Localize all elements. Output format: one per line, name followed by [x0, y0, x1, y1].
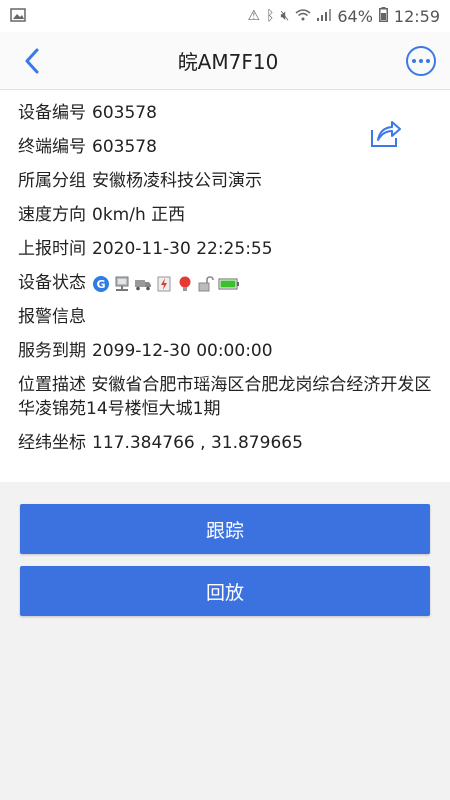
device-no-label: 设备编号 — [18, 103, 86, 123]
truck-icon — [134, 275, 152, 293]
network-icon — [113, 275, 131, 293]
service-label: 服务到期 — [18, 341, 86, 361]
app-header: 皖AM7F10 — [0, 32, 450, 90]
action-buttons: 跟踪 回放 — [0, 482, 450, 616]
warning-icon: ⚠ — [247, 8, 261, 24]
playback-button[interactable]: 回放 — [20, 566, 430, 616]
device-state-label: 设备状态 — [18, 273, 86, 293]
bulb-icon — [176, 275, 194, 293]
device-state-row: 设备状态 G — [18, 266, 432, 300]
group-value: 安徽杨凌科技公司演示 — [92, 171, 262, 191]
speed-label: 速度方向 — [18, 205, 86, 225]
service-row: 服务到期 2099-12-30 00:00:00 — [18, 334, 432, 368]
share-icon — [371, 121, 401, 147]
share-button[interactable] — [368, 116, 402, 150]
status-left — [10, 7, 26, 25]
status-right: ⚠ ᛒ 🔇︎ 64% 12:59 — [248, 7, 440, 26]
battery-status-icon — [378, 7, 388, 25]
chevron-left-icon — [25, 48, 39, 73]
report-time-value: 2020-11-30 22:25:55 — [92, 239, 273, 259]
location-label: 位置描述 — [18, 375, 86, 395]
coords-value: 117.384766 , 31.879665 — [92, 433, 303, 453]
coords-label: 经纬坐标 — [18, 433, 86, 453]
signal-icon — [317, 8, 332, 24]
speed-row: 速度方向 0km/h 正西 — [18, 198, 432, 232]
alarm-row: 报警信息 — [18, 300, 432, 334]
clock: 12:59 — [393, 6, 440, 26]
more-dot — [419, 58, 423, 63]
wifi-icon — [295, 8, 311, 24]
bluetooth-icon: ᛒ — [266, 8, 275, 24]
report-time-row: 上报时间 2020-11-30 22:25:55 — [18, 232, 432, 266]
device-info-card: 设备编号 603578 终端编号 603578 所属分组 安徽杨凌科技公司演示 … — [0, 90, 450, 482]
svg-text:G: G — [96, 278, 105, 291]
alarm-value — [92, 305, 432, 329]
location-text: 位置描述 安徽省合肥市瑶海区合肥龙岗综合经济开发区华凌锦苑14号楼恒大城1期 — [18, 373, 432, 421]
back-button[interactable] — [14, 43, 50, 79]
speed-value: 0km/h 正西 — [92, 205, 186, 225]
track-button[interactable]: 跟踪 — [20, 504, 430, 554]
page-title: 皖AM7F10 — [177, 50, 279, 74]
terminal-no-label: 终端编号 — [18, 137, 86, 157]
battery-icon — [218, 275, 240, 293]
more-dot — [426, 58, 430, 63]
gallery-icon — [10, 7, 26, 25]
service-value: 2099-12-30 00:00:00 — [92, 341, 273, 361]
gps-icon: G — [92, 275, 110, 293]
coords-row: 经纬坐标 117.384766 , 31.879665 — [18, 426, 432, 460]
group-label: 所属分组 — [18, 171, 86, 191]
alarm-label: 报警信息 — [18, 307, 86, 327]
report-time-label: 上报时间 — [18, 239, 86, 259]
status-bar: ⚠ ᛒ 🔇︎ 64% 12:59 — [0, 0, 450, 32]
power-icon — [155, 275, 173, 293]
location-row: 位置描述 安徽省合肥市瑶海区合肥龙岗综合经济开发区华凌锦苑14号楼恒大城1期 — [18, 368, 432, 426]
battery-percent: 64% — [337, 6, 373, 26]
group-row: 所属分组 安徽杨凌科技公司演示 — [18, 164, 432, 198]
more-dot — [412, 58, 416, 63]
mute-icon: 🔇︎ — [280, 8, 290, 24]
device-state-icons: G — [92, 272, 240, 295]
lock-icon — [197, 275, 215, 293]
more-button[interactable] — [406, 45, 436, 76]
